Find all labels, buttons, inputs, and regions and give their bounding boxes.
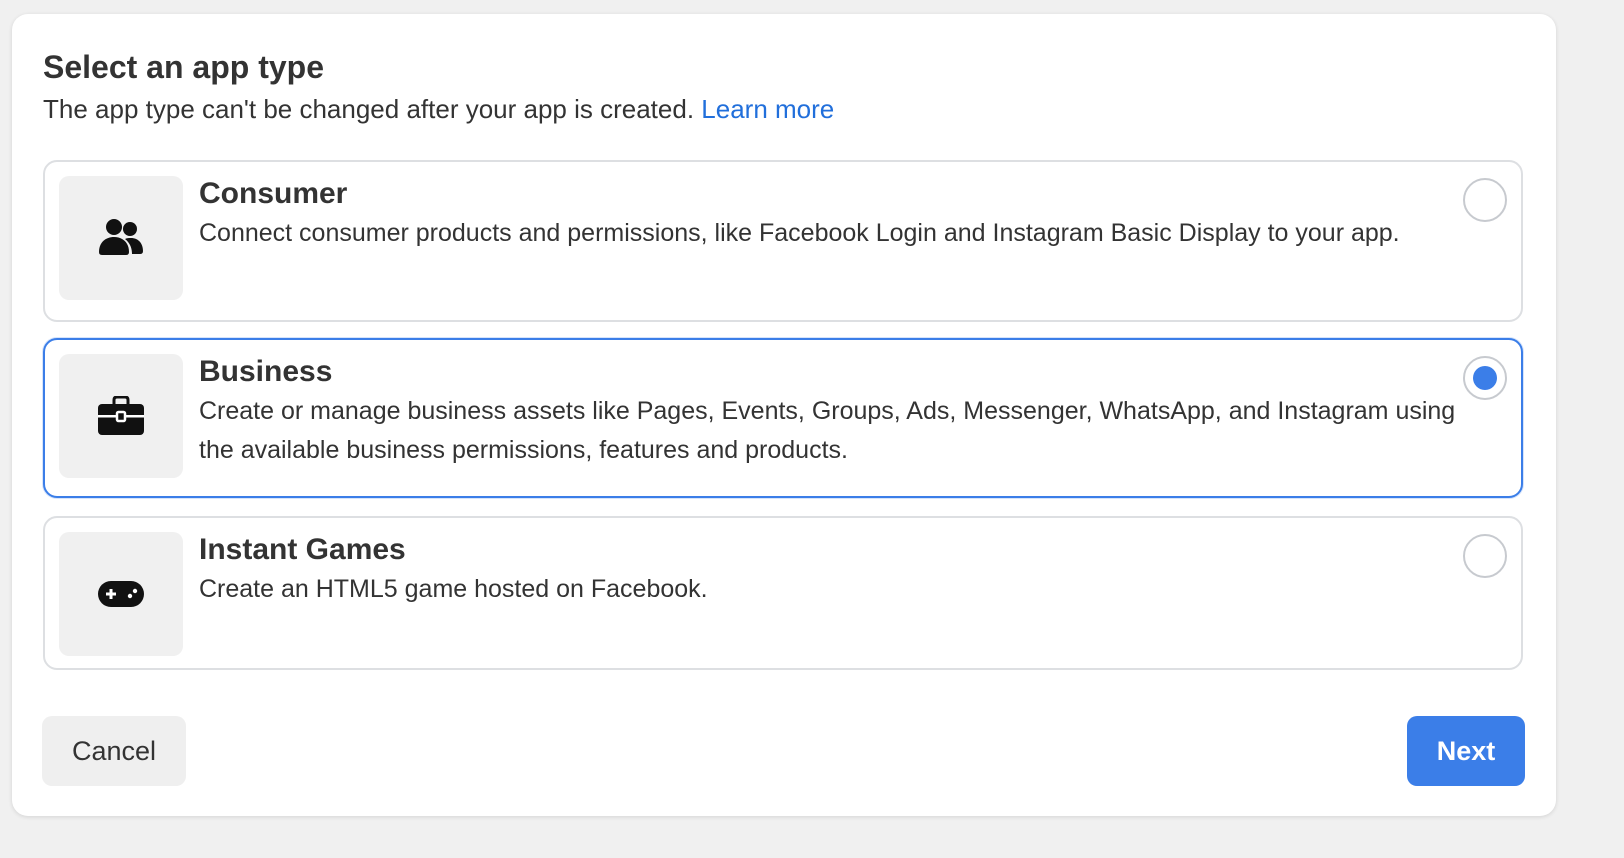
radio-business[interactable] <box>1463 356 1507 400</box>
option-title: Instant Games <box>199 533 406 566</box>
people-icon <box>59 176 183 300</box>
option-consumer[interactable]: Consumer Connect consumer products and p… <box>43 160 1523 322</box>
gamepad-icon <box>59 532 183 656</box>
option-description: Create an HTML5 game hosted on Facebook. <box>199 575 708 603</box>
radio-instant-games[interactable] <box>1463 534 1507 578</box>
option-instant-games[interactable]: Instant Games Create an HTML5 game hoste… <box>43 516 1523 670</box>
option-title: Consumer <box>199 177 348 210</box>
option-title: Business <box>199 355 333 388</box>
app-type-dialog: Select an app type The app type can't be… <box>12 14 1556 816</box>
radio-selected-dot <box>1473 366 1497 390</box>
radio-consumer[interactable] <box>1463 178 1507 222</box>
briefcase-icon <box>59 354 183 478</box>
dialog-subtitle: The app type can't be changed after your… <box>43 92 834 126</box>
learn-more-link[interactable]: Learn more <box>701 94 834 124</box>
option-description: Create or manage business assets like Pa… <box>199 397 1456 464</box>
dialog-title: Select an app type <box>43 49 324 85</box>
next-button[interactable]: Next <box>1407 716 1525 786</box>
option-description: Connect consumer products and permission… <box>199 219 1400 247</box>
option-business[interactable]: Business Create or manage business asset… <box>43 338 1523 498</box>
subtitle-text: The app type can't be changed after your… <box>43 94 695 124</box>
cancel-button[interactable]: Cancel <box>42 716 186 786</box>
